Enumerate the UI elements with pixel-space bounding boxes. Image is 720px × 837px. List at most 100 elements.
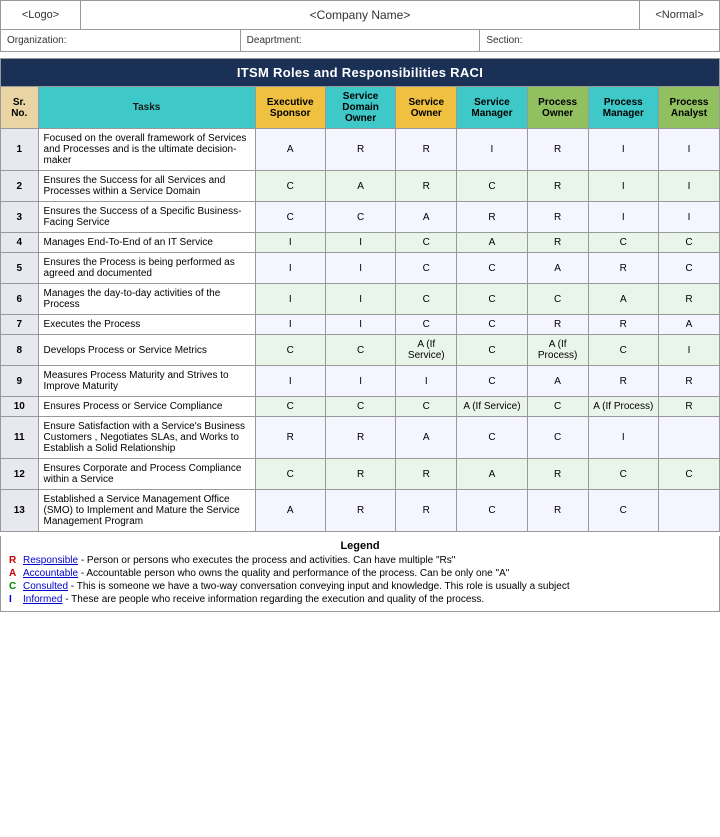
row-srno: 10 — [1, 397, 39, 417]
table-row: 3 Ensures the Success of a Specific Busi… — [1, 202, 720, 233]
legend-text: Responsible - Person or persons who exec… — [23, 555, 711, 566]
col-po: Process Owner — [527, 87, 588, 129]
row-pm: R — [588, 366, 658, 397]
legend-letter: I — [9, 594, 23, 605]
row-task: Ensures the Process is being performed a… — [38, 253, 255, 284]
row-task: Measures Process Maturity and Strives to… — [38, 366, 255, 397]
row-sm: C — [457, 417, 527, 459]
logo: <Logo> — [1, 1, 81, 29]
row-sm: R — [457, 202, 527, 233]
row-sm: C — [457, 366, 527, 397]
section-label: Section: — [480, 30, 719, 51]
table-row: 2 Ensures the Success for all Services a… — [1, 171, 720, 202]
row-sdo: C — [325, 397, 395, 417]
row-task: Ensures Process or Service Compliance — [38, 397, 255, 417]
row-pm: I — [588, 129, 658, 171]
row-task: Ensures Corporate and Process Compliance… — [38, 459, 255, 490]
row-so: C — [396, 284, 457, 315]
col-exec-sponsor: Executive Sponsor — [255, 87, 325, 129]
row-sm: C — [457, 490, 527, 532]
row-sdo: I — [325, 253, 395, 284]
row-exec: R — [255, 417, 325, 459]
table-row: 1 Focused on the overall framework of Se… — [1, 129, 720, 171]
legend-item: AAccountable - Accountable person who ow… — [9, 568, 711, 579]
row-sdo: R — [325, 417, 395, 459]
row-pa: I — [658, 335, 719, 366]
row-exec: I — [255, 366, 325, 397]
row-exec: C — [255, 459, 325, 490]
row-pm: A (If Process) — [588, 397, 658, 417]
row-sm: A (If Service) — [457, 397, 527, 417]
col-srno: Sr. No. — [1, 87, 39, 129]
row-task: Ensures the Success of a Specific Busine… — [38, 202, 255, 233]
row-so: C — [396, 315, 457, 335]
table-row: 7 Executes the Process I I C C R R A — [1, 315, 720, 335]
col-pm: Process Manager — [588, 87, 658, 129]
row-pa: R — [658, 366, 719, 397]
row-exec: C — [255, 202, 325, 233]
legend-section: Legend RResponsible - Person or persons … — [0, 536, 720, 612]
company-name: <Company Name> — [81, 1, 639, 29]
row-pa — [658, 417, 719, 459]
table-row: 13 Established a Service Management Offi… — [1, 490, 720, 532]
row-sdo: I — [325, 315, 395, 335]
row-srno: 4 — [1, 233, 39, 253]
row-pa: I — [658, 202, 719, 233]
doc-type: <Normal> — [639, 1, 719, 29]
row-so: R — [396, 171, 457, 202]
row-sdo: I — [325, 284, 395, 315]
row-sm: C — [457, 315, 527, 335]
row-po: R — [527, 129, 588, 171]
row-exec: C — [255, 397, 325, 417]
row-pm: I — [588, 202, 658, 233]
row-po: R — [527, 233, 588, 253]
row-so: A — [396, 417, 457, 459]
row-task: Focused on the overall framework of Serv… — [38, 129, 255, 171]
row-so: I — [396, 366, 457, 397]
row-pm: I — [588, 417, 658, 459]
row-so: A — [396, 202, 457, 233]
row-pa: C — [658, 253, 719, 284]
row-sdo: A — [325, 171, 395, 202]
row-so: R — [396, 490, 457, 532]
row-pm: C — [588, 335, 658, 366]
row-srno: 13 — [1, 490, 39, 532]
legend-item: IInformed - These are people who receive… — [9, 594, 711, 605]
row-pa — [658, 490, 719, 532]
row-sm: A — [457, 233, 527, 253]
row-so: C — [396, 253, 457, 284]
row-so: R — [396, 459, 457, 490]
table-title: ITSM Roles and Responsibilities RACI — [1, 59, 720, 87]
legend-title: Legend — [9, 540, 711, 552]
row-srno: 2 — [1, 171, 39, 202]
col-tasks: Tasks — [38, 87, 255, 129]
row-po: R — [527, 202, 588, 233]
table-row: 9 Measures Process Maturity and Strives … — [1, 366, 720, 397]
row-sdo: C — [325, 202, 395, 233]
row-so: A (If Service) — [396, 335, 457, 366]
row-exec: A — [255, 129, 325, 171]
dept-label: Deaprtment: — [241, 30, 481, 51]
row-sdo: I — [325, 233, 395, 253]
row-exec: C — [255, 171, 325, 202]
legend-item: RResponsible - Person or persons who exe… — [9, 555, 711, 566]
row-sm: I — [457, 129, 527, 171]
row-pm: A — [588, 284, 658, 315]
row-exec: C — [255, 335, 325, 366]
row-pa: R — [658, 397, 719, 417]
row-srno: 11 — [1, 417, 39, 459]
legend-letter: A — [9, 568, 23, 579]
table-row: 11 Ensure Satisfaction with a Service's … — [1, 417, 720, 459]
row-sdo: I — [325, 366, 395, 397]
legend-letter: R — [9, 555, 23, 566]
row-sdo: C — [325, 335, 395, 366]
row-exec: A — [255, 490, 325, 532]
row-exec: I — [255, 284, 325, 315]
row-so: C — [396, 233, 457, 253]
col-sm: Service Manager — [457, 87, 527, 129]
legend-text: Informed - These are people who receive … — [23, 594, 711, 605]
row-task: Develops Process or Service Metrics — [38, 335, 255, 366]
row-so: C — [396, 397, 457, 417]
row-po: A — [527, 366, 588, 397]
row-po: C — [527, 417, 588, 459]
